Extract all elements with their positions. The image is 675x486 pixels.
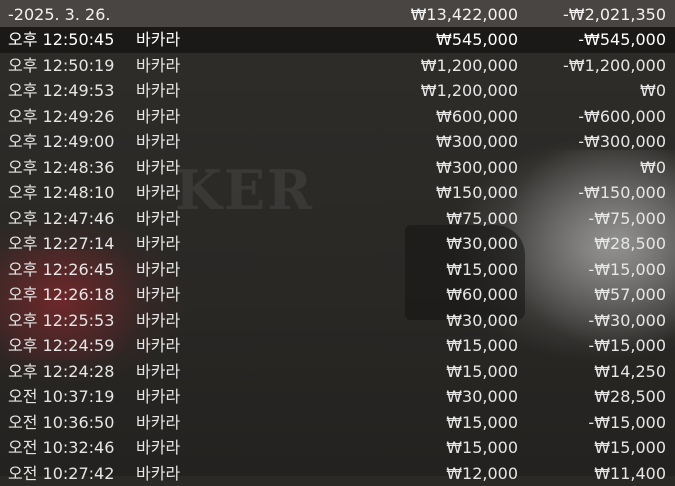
bet-row[interactable]: 오전 10:37:19 바카라 ₩30,000 ₩28,500	[0, 384, 675, 410]
bet-result: ₩14,250	[594, 359, 666, 385]
bet-amount: ₩600,000	[436, 104, 518, 130]
bet-time: 오후 12:47:46	[8, 206, 114, 232]
bet-time: 오전 10:27:42	[8, 461, 114, 486]
bet-amount: ₩30,000	[446, 231, 518, 257]
bet-time: 오후 12:26:45	[8, 257, 114, 283]
bet-time: 오전 10:37:19	[8, 384, 114, 410]
bet-time: 오후 12:24:28	[8, 359, 114, 385]
bet-game: 바카라	[136, 53, 180, 79]
bet-game: 바카라	[136, 231, 180, 257]
bet-row[interactable]: 오전 10:36:50 바카라 ₩15,000 -₩15,000	[0, 410, 675, 436]
bet-amount: ₩15,000	[446, 410, 518, 436]
bet-result: -₩75,000	[588, 206, 666, 232]
bet-amount: ₩60,000	[446, 282, 518, 308]
bet-game: 바카라	[136, 461, 180, 486]
bet-amount: ₩1,200,000	[421, 53, 518, 79]
bet-game: 바카라	[136, 282, 180, 308]
bet-result: ₩28,500	[594, 231, 666, 257]
bet-amount: ₩15,000	[446, 359, 518, 385]
bet-amount: ₩300,000	[436, 155, 518, 181]
bet-result: ₩15,000	[594, 435, 666, 461]
bet-game: 바카라	[136, 410, 180, 436]
bet-game: 바카라	[136, 257, 180, 283]
bet-game: 바카라	[136, 308, 180, 334]
bet-amount: ₩30,000	[446, 384, 518, 410]
bet-game: 바카라	[136, 333, 180, 359]
bet-row[interactable]: 오후 12:25:53 바카라 ₩30,000 -₩30,000	[0, 308, 675, 334]
bet-result: ₩0	[640, 78, 666, 104]
bet-game: 바카라	[136, 78, 180, 104]
bet-time: 오후 12:24:59	[8, 333, 114, 359]
bet-time: 오후 12:50:45	[8, 27, 114, 53]
bet-result: ₩0	[640, 155, 666, 181]
bet-row[interactable]: 오후 12:24:28 바카라 ₩15,000 ₩14,250	[0, 359, 675, 385]
bet-result: -₩15,000	[588, 410, 666, 436]
bet-time: 오후 12:26:18	[8, 282, 114, 308]
bet-amount: ₩545,000	[436, 27, 518, 53]
bet-amount: ₩150,000	[436, 180, 518, 206]
bet-amount: ₩12,000	[446, 461, 518, 486]
bet-result: -₩30,000	[588, 308, 666, 334]
bet-row[interactable]: 오전 10:27:42 바카라 ₩12,000 ₩11,400	[0, 461, 675, 486]
bet-game: 바카라	[136, 104, 180, 130]
bet-time: 오후 12:25:53	[8, 308, 114, 334]
bet-amount: ₩30,000	[446, 308, 518, 334]
bet-result: ₩28,500	[594, 384, 666, 410]
bet-amount: ₩75,000	[446, 206, 518, 232]
bet-time: 오후 12:27:14	[8, 231, 114, 257]
bet-row[interactable]: 오후 12:27:14 바카라 ₩30,000 ₩28,500	[0, 231, 675, 257]
bet-amount: ₩15,000	[446, 435, 518, 461]
summary-date: -2025. 3. 26.	[8, 0, 110, 30]
bet-amount: ₩15,000	[446, 257, 518, 283]
date-summary-row[interactable]: -2025. 3. 26. ₩13,422,000 -₩2,021,350	[0, 0, 675, 27]
bet-time: 오후 12:49:26	[8, 104, 114, 130]
bet-game: 바카라	[136, 27, 180, 53]
bet-amount: ₩300,000	[436, 129, 518, 155]
bet-result: -₩15,000	[588, 333, 666, 359]
bet-row[interactable]: 오후 12:50:45 바카라 ₩545,000 -₩545,000	[0, 27, 675, 53]
bet-row[interactable]: 오후 12:26:18 바카라 ₩60,000 ₩57,000	[0, 282, 675, 308]
bet-row[interactable]: 오후 12:48:36 바카라 ₩300,000 ₩0	[0, 155, 675, 181]
bet-time: 오후 12:49:53	[8, 78, 114, 104]
bet-row[interactable]: 오전 10:32:46 바카라 ₩15,000 ₩15,000	[0, 435, 675, 461]
bet-game: 바카라	[136, 155, 180, 181]
bet-game: 바카라	[136, 435, 180, 461]
bet-time: 오전 10:36:50	[8, 410, 114, 436]
summary-total-bet: ₩13,422,000	[411, 0, 518, 30]
bet-result: ₩57,000	[594, 282, 666, 308]
bet-time: 오후 12:48:36	[8, 155, 114, 181]
bet-result: -₩15,000	[588, 257, 666, 283]
bet-game: 바카라	[136, 206, 180, 232]
bet-result: -₩150,000	[578, 180, 666, 206]
bet-result: -₩300,000	[578, 129, 666, 155]
bet-game: 바카라	[136, 384, 180, 410]
bet-row[interactable]: 오후 12:50:19 바카라 ₩1,200,000 -₩1,200,000	[0, 53, 675, 79]
bet-history-list: -2025. 3. 26. ₩13,422,000 -₩2,021,350 오후…	[0, 0, 675, 486]
bet-amount: ₩15,000	[446, 333, 518, 359]
bet-time: 오후 12:48:10	[8, 180, 114, 206]
bet-row[interactable]: 오후 12:49:26 바카라 ₩600,000 -₩600,000	[0, 104, 675, 130]
bet-time: 오전 10:32:46	[8, 435, 114, 461]
bet-time: 오후 12:49:00	[8, 129, 114, 155]
bet-row[interactable]: 오후 12:49:53 바카라 ₩1,200,000 ₩0	[0, 78, 675, 104]
bet-result: -₩600,000	[578, 104, 666, 130]
bet-result: -₩545,000	[578, 27, 666, 53]
bet-result: ₩11,400	[594, 461, 666, 486]
bet-row[interactable]: 오후 12:47:46 바카라 ₩75,000 -₩75,000	[0, 206, 675, 232]
summary-total-result: -₩2,021,350	[563, 0, 666, 30]
bet-row[interactable]: 오후 12:48:10 바카라 ₩150,000 -₩150,000	[0, 180, 675, 206]
bet-time: 오후 12:50:19	[8, 53, 114, 79]
bet-amount: ₩1,200,000	[421, 78, 518, 104]
bet-result: -₩1,200,000	[563, 53, 666, 79]
bet-row[interactable]: 오후 12:24:59 바카라 ₩15,000 -₩15,000	[0, 333, 675, 359]
bet-row[interactable]: 오후 12:49:00 바카라 ₩300,000 -₩300,000	[0, 129, 675, 155]
bet-game: 바카라	[136, 129, 180, 155]
bet-game: 바카라	[136, 359, 180, 385]
bet-game: 바카라	[136, 180, 180, 206]
bet-row[interactable]: 오후 12:26:45 바카라 ₩15,000 -₩15,000	[0, 257, 675, 283]
